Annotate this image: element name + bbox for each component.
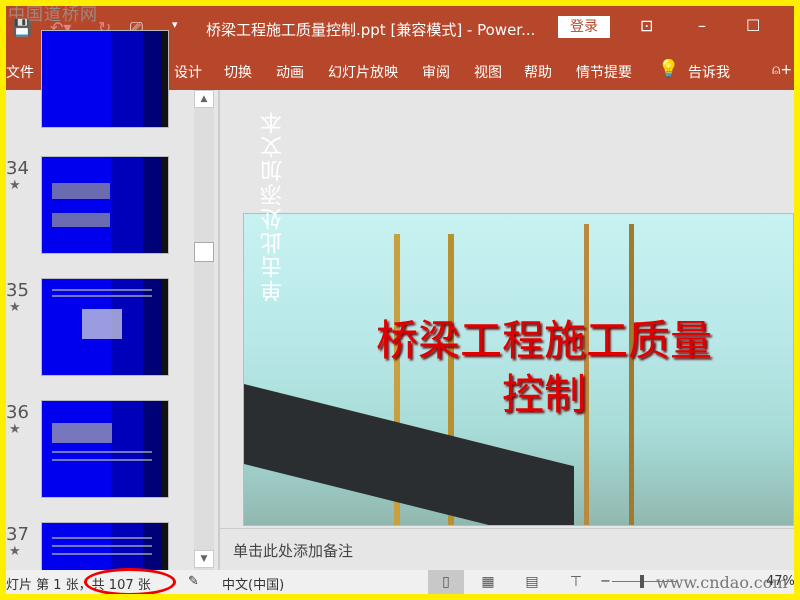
slideshow-button[interactable]: ⊤: [558, 570, 594, 594]
maximize-button[interactable]: ☐: [746, 16, 760, 35]
slide-number: 35: [6, 280, 29, 301]
ribbon-display-options-icon[interactable]: ⊡: [640, 16, 653, 35]
scroll-down-button[interactable]: ▼: [194, 550, 214, 568]
slide-thumbnail[interactable]: [41, 156, 169, 254]
tab-transitions[interactable]: 切换: [224, 62, 252, 82]
window-title: 桥梁工程施工质量控制.ppt [兼容模式] - Power...: [206, 21, 536, 39]
lightbulb-icon: 💡: [658, 59, 680, 79]
animation-star-icon: ★: [9, 544, 21, 559]
share-user-icon[interactable]: ⍝+: [772, 62, 792, 78]
minimize-button[interactable]: –: [698, 16, 706, 35]
slide-thumbnail[interactable]: [41, 278, 169, 376]
animation-star-icon: ★: [9, 300, 21, 315]
status-bar: 灯片 第 1 张，共 107 张 ✎ 中文(中国) ▯ ▦ ▤ ⊤ − www.…: [6, 568, 794, 594]
animation-star-icon: ★: [9, 422, 21, 437]
slide-title[interactable]: 桥梁工程施工质量 控制: [304, 314, 784, 422]
thumbnail-scrollbar[interactable]: ▲ ▼: [194, 90, 214, 570]
slide-number: 37: [6, 524, 29, 545]
slide-canvas[interactable]: 桥梁工程施工质量 控制: [243, 213, 794, 526]
tell-me-input[interactable]: 告诉我: [688, 62, 730, 82]
panel-divider[interactable]: [218, 90, 220, 570]
tab-animations[interactable]: 动画: [276, 62, 304, 82]
scrollbar-thumb[interactable]: [194, 242, 214, 262]
red-highlight-circle: [84, 568, 176, 594]
title-line: 桥梁工程施工质量: [375, 316, 712, 365]
tab-review[interactable]: 审阅: [422, 62, 450, 82]
notes-pane[interactable]: 单击此处添加备注: [220, 528, 794, 570]
slide-number: 36: [6, 402, 29, 423]
tab-storyboarding[interactable]: 情节提要: [576, 62, 632, 82]
normal-view-button[interactable]: ▯: [428, 570, 464, 594]
tab-file[interactable]: 文件: [6, 62, 34, 82]
spell-check-icon[interactable]: ✎: [188, 574, 199, 589]
tab-slideshow[interactable]: 幻灯片放映: [328, 62, 398, 82]
zoom-slider-handle[interactable]: [640, 575, 644, 588]
login-button[interactable]: 登录: [558, 16, 610, 38]
animation-star-icon: ★: [9, 178, 21, 193]
reading-view-button[interactable]: ▤: [514, 570, 550, 594]
tab-design[interactable]: 设计: [174, 62, 202, 82]
tab-help[interactable]: 帮助: [524, 62, 552, 82]
slide-thumbnail[interactable]: [41, 30, 169, 128]
scroll-up-button[interactable]: ▲: [194, 90, 214, 108]
zoom-out-button[interactable]: −: [600, 574, 611, 589]
powerpoint-window: 中国道桥网 💾 ↶▾ ↻ ⎚ ▾ 桥梁工程施工质量控制.ppt [兼容模式] -…: [6, 6, 794, 594]
slide-sorter-button[interactable]: ▦: [470, 570, 506, 594]
slide-number: 34: [6, 158, 29, 179]
zoom-level[interactable]: 47%: [766, 574, 794, 589]
slide-thumbnail[interactable]: [41, 400, 169, 498]
tab-view[interactable]: 视图: [474, 62, 502, 82]
save-icon[interactable]: 💾: [12, 18, 32, 37]
notes-placeholder[interactable]: 单击此处添加备注: [233, 540, 353, 561]
language-indicator[interactable]: 中文(中国): [222, 574, 284, 593]
slide-thumbnail-panel: 34 ★ 35 ★ 36 ★ 37 ★: [6, 30, 218, 594]
title-line: 控制: [501, 370, 586, 419]
text-placeholder[interactable]: 单击此处添加文本: [258, 110, 290, 302]
customize-toolbar-icon[interactable]: ▾: [172, 18, 178, 31]
